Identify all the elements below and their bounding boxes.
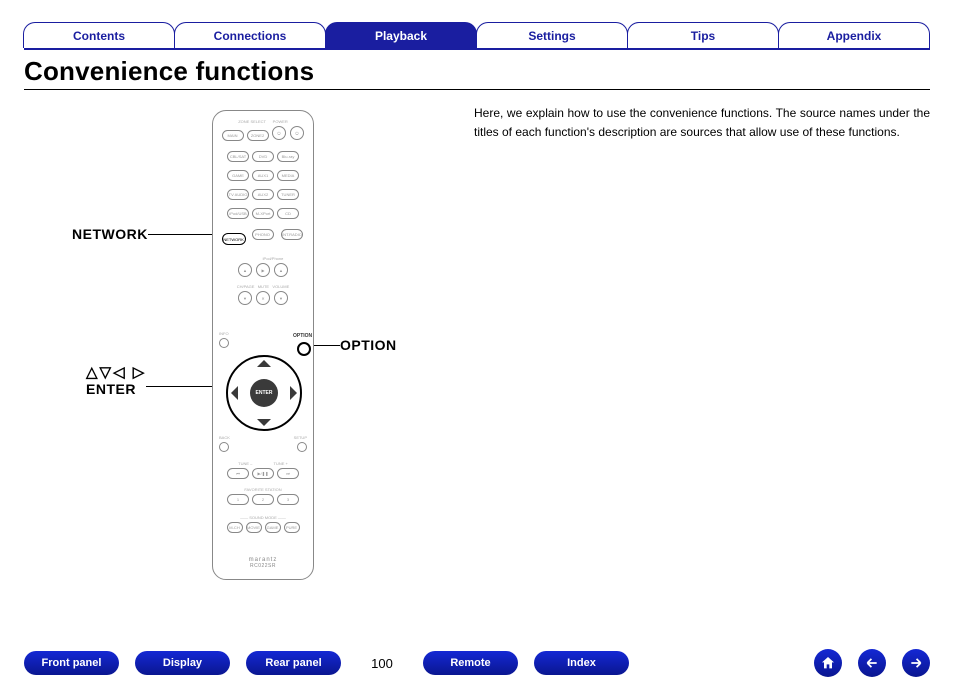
display-button[interactable]: Display xyxy=(135,651,230,675)
remote-enter-button: ENTER xyxy=(256,390,273,396)
remote-brand: marantz RC022SR xyxy=(213,557,313,569)
tab-contents[interactable]: Contents xyxy=(23,22,175,48)
remote-diagram-area: NETWORK OPTION △▽◁ ▷ ENTER ZONE SELECT P… xyxy=(24,104,464,604)
index-button[interactable]: Index xyxy=(534,651,629,675)
tab-settings[interactable]: Settings xyxy=(476,22,628,48)
top-tabs: Contents Connections Playback Settings T… xyxy=(24,22,930,48)
tab-playback[interactable]: Playback xyxy=(325,22,477,48)
remote-option-label: OPTION xyxy=(293,333,312,339)
anno-network: NETWORK xyxy=(72,226,148,242)
remote-network-button: NETWORK xyxy=(222,233,246,245)
title-rule xyxy=(24,89,930,90)
tabs-underline xyxy=(24,48,930,50)
anno-enter-symbols: △▽◁ ▷ xyxy=(86,364,146,381)
tab-tips[interactable]: Tips xyxy=(627,22,779,48)
anno-enter-text: ENTER xyxy=(86,381,146,397)
intro-paragraph: Here, we explain how to use the convenie… xyxy=(464,104,930,604)
page-title: Convenience functions xyxy=(24,56,930,87)
remote-dpad: ENTER xyxy=(226,355,302,431)
page-number: 100 xyxy=(357,656,407,671)
remote-button[interactable]: Remote xyxy=(423,651,518,675)
rear-panel-button[interactable]: Rear panel xyxy=(246,651,341,675)
main-content: NETWORK OPTION △▽◁ ▷ ENTER ZONE SELECT P… xyxy=(0,104,954,604)
tab-connections[interactable]: Connections xyxy=(174,22,326,48)
anno-option-text: OPTION xyxy=(340,337,397,353)
remote-illustration: ZONE SELECT POWER MAINZONE2⏻⏻ CBL/SATDVD… xyxy=(212,110,314,580)
anno-network-text: NETWORK xyxy=(72,226,148,242)
remote-option-button xyxy=(297,342,311,356)
anno-enter: △▽◁ ▷ ENTER xyxy=(86,364,146,397)
front-panel-button[interactable]: Front panel xyxy=(24,651,119,675)
anno-option: OPTION xyxy=(340,337,397,353)
tab-appendix[interactable]: Appendix xyxy=(778,22,930,48)
